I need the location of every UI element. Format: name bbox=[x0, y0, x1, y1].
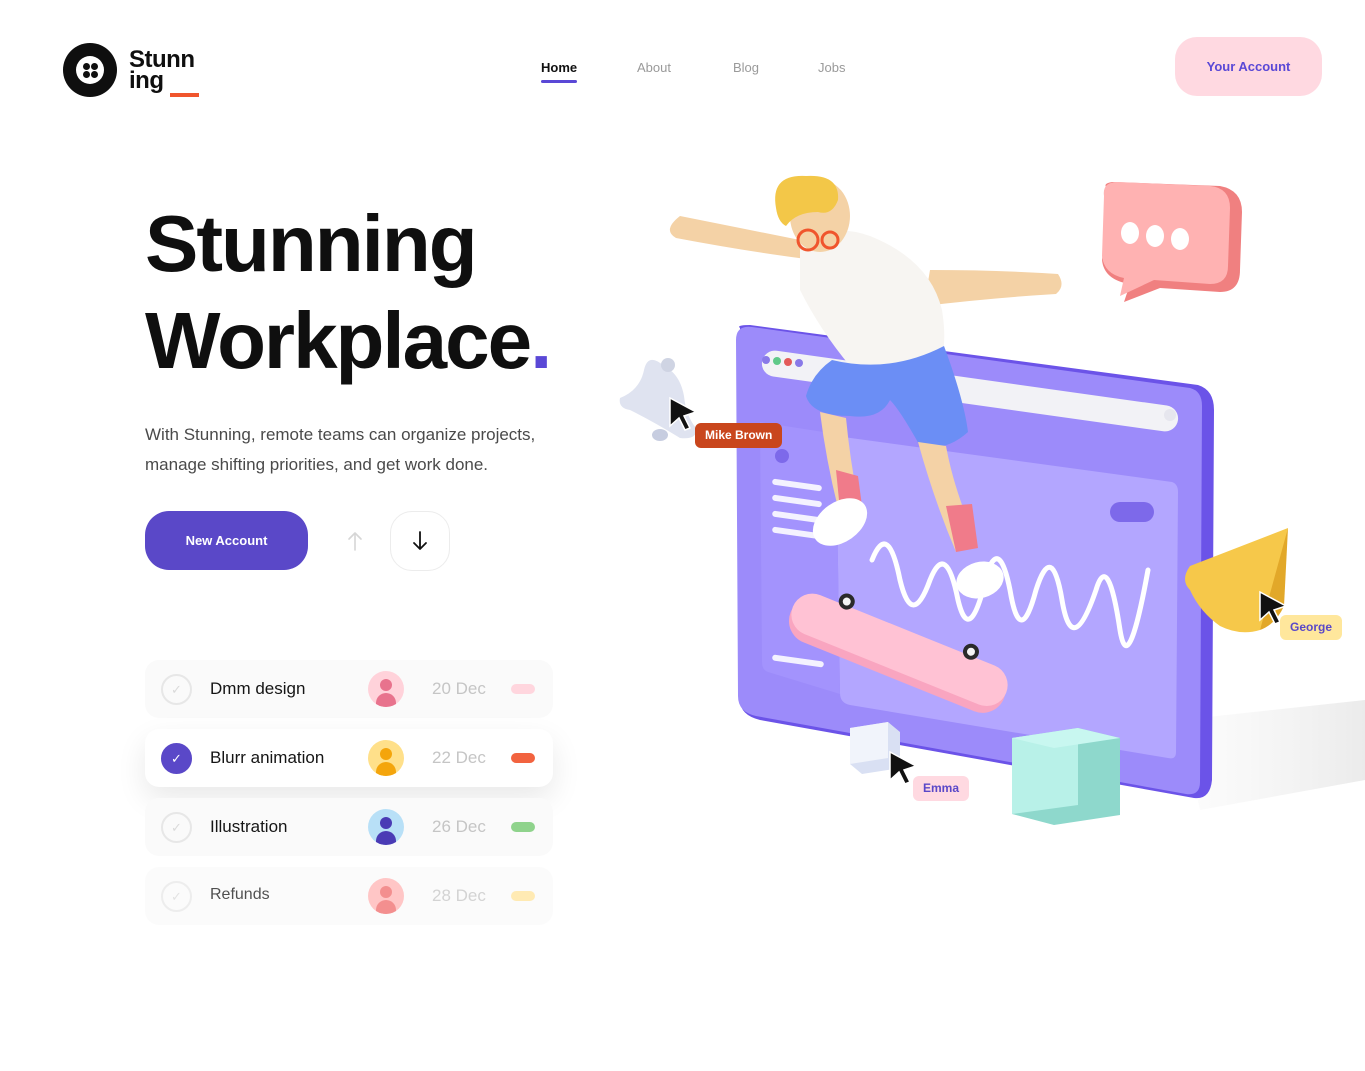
nav-item-home[interactable]: Home bbox=[541, 60, 578, 83]
status-pill bbox=[511, 753, 535, 763]
chat-bubble-graphic bbox=[1102, 182, 1242, 302]
cursor-icon bbox=[889, 750, 918, 785]
avatar bbox=[368, 671, 404, 707]
avatar bbox=[368, 809, 404, 845]
hero-title-dot: . bbox=[530, 296, 552, 385]
your-account-button[interactable]: Your Account bbox=[1175, 37, 1322, 96]
status-pill bbox=[511, 684, 535, 694]
logo-underline bbox=[170, 93, 199, 97]
task-date: 22 Dec bbox=[432, 748, 486, 767]
status-pill bbox=[511, 822, 535, 832]
arrow-down-icon[interactable] bbox=[390, 511, 450, 571]
task-name: Refunds bbox=[210, 886, 270, 903]
cursor-tag-emma: Emma bbox=[913, 776, 970, 801]
logo-icon bbox=[63, 43, 117, 97]
cursor-tag-george: George bbox=[1280, 615, 1343, 640]
large-cube-graphic bbox=[1012, 728, 1120, 825]
nav-item-jobs[interactable]: Jobs bbox=[818, 60, 845, 75]
task-checkbox[interactable]: ✓ bbox=[161, 812, 192, 843]
nav-item-about[interactable]: About bbox=[637, 60, 671, 75]
hero-title-line2: Workplace bbox=[145, 296, 532, 385]
task-date: 20 Dec bbox=[432, 679, 486, 698]
nav-item-blog[interactable]: Blog bbox=[733, 60, 759, 75]
task-name: Illustration bbox=[210, 817, 288, 836]
task-checkbox[interactable]: ✓ bbox=[161, 674, 192, 705]
task-checkbox[interactable]: ✓ bbox=[161, 881, 192, 912]
hero-title-line1: Stunning bbox=[145, 199, 478, 288]
illustration-svg bbox=[619, 175, 1365, 825]
new-account-button[interactable]: New Account bbox=[145, 511, 308, 570]
task-item[interactable]: ✓ Illustration 26 Dec bbox=[145, 798, 553, 856]
hero-title: Stunning Workplace. bbox=[145, 195, 552, 389]
task-date: 28 Dec bbox=[432, 886, 486, 905]
avatar bbox=[368, 740, 404, 776]
logo-wordmark: Stunn ing bbox=[129, 48, 199, 97]
task-checkbox[interactable]: ✓ bbox=[161, 743, 192, 774]
task-name: Blurr animation bbox=[210, 748, 325, 767]
hero-description: With Stunning, remote teams can organize… bbox=[145, 425, 536, 474]
hero-illustration: Mike Brown George Emma bbox=[600, 160, 1365, 850]
brand-logo[interactable]: Stunn ing bbox=[63, 43, 199, 97]
arrow-up-icon[interactable] bbox=[340, 526, 370, 556]
task-item[interactable]: ✓ Refunds 28 Dec bbox=[145, 867, 553, 925]
status-pill bbox=[511, 891, 535, 901]
cursor-tag-mike-brown: Mike Brown bbox=[695, 423, 783, 448]
task-item[interactable]: ✓ Dmm design 20 Dec bbox=[145, 660, 553, 718]
task-name: Dmm design bbox=[210, 679, 306, 698]
task-date: 26 Dec bbox=[432, 817, 486, 836]
task-item[interactable]: ✓ Blurr animation 22 Dec bbox=[145, 729, 553, 787]
avatar bbox=[368, 878, 404, 914]
